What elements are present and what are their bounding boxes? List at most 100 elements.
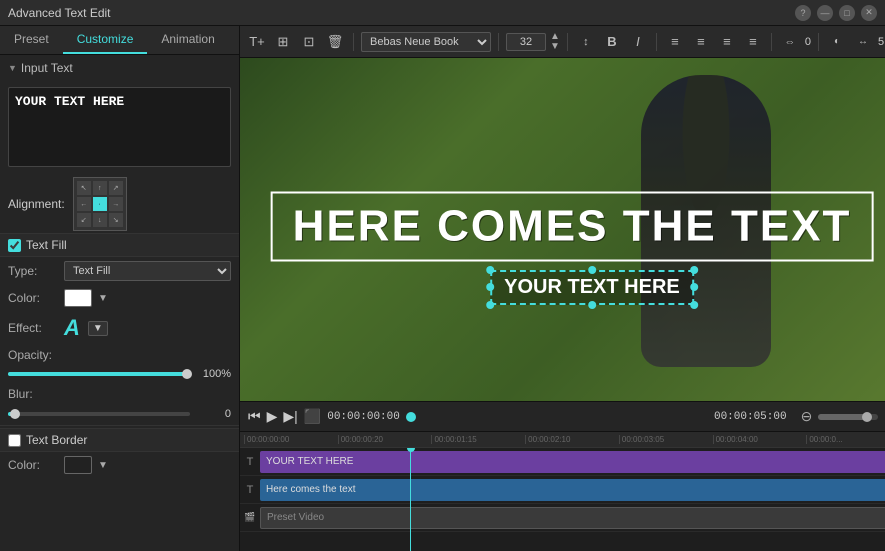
selected-text-container[interactable]: YOUR TEXT HERE (490, 270, 694, 305)
ruler-mark-2: 00:00:01:15 (431, 435, 525, 444)
effect-dropdown-btn[interactable]: ▼ (88, 321, 108, 336)
align-bot-center[interactable]: ↓ (93, 213, 107, 227)
handle-tm[interactable] (588, 266, 596, 274)
delete-button[interactable]: 🗑 (324, 31, 346, 53)
type-label: Type: (8, 264, 58, 278)
track-1-content[interactable]: YOUR TEXT HERE (260, 451, 885, 473)
zoom-slider[interactable] (818, 414, 878, 420)
font-select[interactable]: Bebas Neue Book (361, 32, 491, 52)
playhead-dot[interactable] (406, 412, 416, 422)
size-button[interactable]: ↔ (852, 31, 874, 53)
rewind-button[interactable]: ⏮ (248, 408, 261, 425)
line-height-button[interactable]: ↕ (575, 31, 597, 53)
minimize-button[interactable]: — (817, 5, 833, 21)
tab-customize[interactable]: Customize (63, 26, 148, 54)
alignment-grid[interactable]: ↖ ↑ ↗ ← · → ↙ ↓ ↘ (73, 177, 127, 231)
blur-slider[interactable] (8, 412, 190, 416)
handle-ml[interactable] (486, 283, 494, 291)
tab-preset[interactable]: Preset (0, 26, 63, 54)
align-bot-right[interactable]: ↘ (109, 213, 123, 227)
blur-slider-row: 0 (0, 405, 239, 423)
size-value: 5 (878, 36, 884, 48)
spacing-button[interactable]: ⇔ (779, 31, 801, 53)
maximize-button[interactable]: □ (839, 5, 855, 21)
opacity-slider[interactable] (8, 372, 190, 376)
layout-button[interactable]: ⊡ (298, 31, 320, 53)
align-top-right[interactable]: ↗ (109, 181, 123, 195)
step-forward-button[interactable]: ▶| (283, 408, 297, 425)
ruler-marks: 00:00:00:00 00:00:00:20 00:00:01:15 00:0… (244, 435, 885, 444)
track-1-clip[interactable]: YOUR TEXT HERE (260, 451, 885, 473)
selected-text[interactable]: YOUR TEXT HERE (490, 270, 694, 305)
input-text-section-header[interactable]: ▼ Input Text (0, 55, 239, 81)
video-overlay: HERE COMES THE TEXT (271, 191, 874, 261)
window-controls[interactable]: ? — □ ✕ (795, 5, 877, 21)
text-border-checkbox[interactable] (8, 434, 21, 447)
text-fill-checkbox[interactable] (8, 239, 21, 252)
align-bot-left[interactable]: ↙ (77, 213, 91, 227)
track-3-icon: 🎬 (240, 512, 260, 523)
font-size-spinner[interactable]: ▲▼ (550, 32, 560, 52)
record-button[interactable]: ⬛ (304, 408, 321, 425)
handle-bl[interactable] (486, 301, 494, 309)
track-2-content[interactable]: Here comes the text (260, 479, 885, 501)
font-size-input[interactable] (506, 33, 546, 51)
input-text-field[interactable]: YOUR TEXT HERE (8, 87, 231, 167)
handle-bm[interactable] (588, 301, 596, 309)
titlebar: Advanced Text Edit ? — □ ✕ (0, 0, 885, 26)
align-right-button[interactable]: ≡ (716, 31, 738, 53)
border-color-swatch[interactable] (64, 456, 92, 474)
align-mid-right[interactable]: → (109, 197, 123, 211)
handle-mr[interactable] (690, 283, 698, 291)
grid-button[interactable]: ⊞ (272, 31, 294, 53)
color-swatch[interactable] (64, 289, 92, 307)
align-mid-left[interactable]: ← (77, 197, 91, 211)
ruler-mark-5: 00:00:04:00 (713, 435, 807, 444)
close-button[interactable]: ✕ (861, 5, 877, 21)
text-border-label: Text Border (26, 433, 87, 447)
align-left-button[interactable]: ≡ (664, 31, 686, 53)
text-fill-section[interactable]: Text Fill (0, 233, 239, 257)
handle-tl[interactable] (486, 266, 494, 274)
track-1-label: YOUR TEXT HERE (266, 456, 353, 467)
align-center-button[interactable]: ≡ (690, 31, 712, 53)
effect-label: Effect: (8, 321, 58, 335)
align-top-left[interactable]: ↖ (77, 181, 91, 195)
bold-button[interactable]: B (601, 31, 623, 53)
tab-animation[interactable]: Animation (147, 26, 228, 54)
duration: 00:00:05:00 (714, 411, 787, 423)
track-1: T YOUR TEXT HERE (240, 448, 885, 476)
align-top-center[interactable]: ↑ (93, 181, 107, 195)
zoom-out-button[interactable]: ⊖ (801, 408, 813, 425)
ruler-mark-4: 00:00:03:05 (619, 435, 713, 444)
add-text-button[interactable]: T+ (246, 31, 268, 53)
text-border-section[interactable]: Text Border (0, 428, 239, 452)
handle-br[interactable] (690, 301, 698, 309)
playback-bar: ⏮ ▶ ▶| ⬛ 00:00:00:00 00:00:05:00 ⊖ ⊕ (240, 401, 885, 431)
timeline-tracks: T YOUR TEXT HERE T Here comes the text (240, 448, 885, 551)
help-button[interactable]: ? (795, 5, 811, 21)
opacity-value: 100% (196, 368, 231, 380)
video-canvas: HERE COMES THE TEXT YOUR TEXT HERE (240, 58, 885, 401)
collapse-arrow: ▼ (8, 63, 17, 73)
italic-button[interactable]: I (627, 31, 649, 53)
opacity-button[interactable]: ◐ (826, 31, 848, 53)
play-button[interactable]: ▶ (267, 408, 278, 425)
type-select[interactable]: Text Fill (64, 261, 231, 281)
window-title: Advanced Text Edit (8, 6, 111, 20)
track-2-label: Here comes the text (266, 484, 355, 495)
effect-letter: A (64, 315, 80, 341)
track-2-clip[interactable]: Here comes the text (260, 479, 885, 501)
blur-label: Blur: (8, 387, 58, 401)
align-justify-button[interactable]: ≡ (742, 31, 764, 53)
color-dropdown[interactable]: ▼ (98, 293, 108, 304)
border-color-row: Color: ▼ (0, 452, 239, 478)
border-color-dropdown[interactable]: ▼ (98, 460, 108, 471)
handle-tr[interactable] (690, 266, 698, 274)
track-3-content[interactable]: Preset Video (260, 507, 885, 529)
track-3-clip[interactable]: Preset Video (260, 507, 885, 529)
playhead[interactable] (410, 448, 411, 551)
text-box-border: HERE COMES THE TEXT (271, 191, 874, 261)
align-mid-center[interactable]: · (93, 197, 107, 211)
input-text-label: Input Text (21, 61, 73, 75)
